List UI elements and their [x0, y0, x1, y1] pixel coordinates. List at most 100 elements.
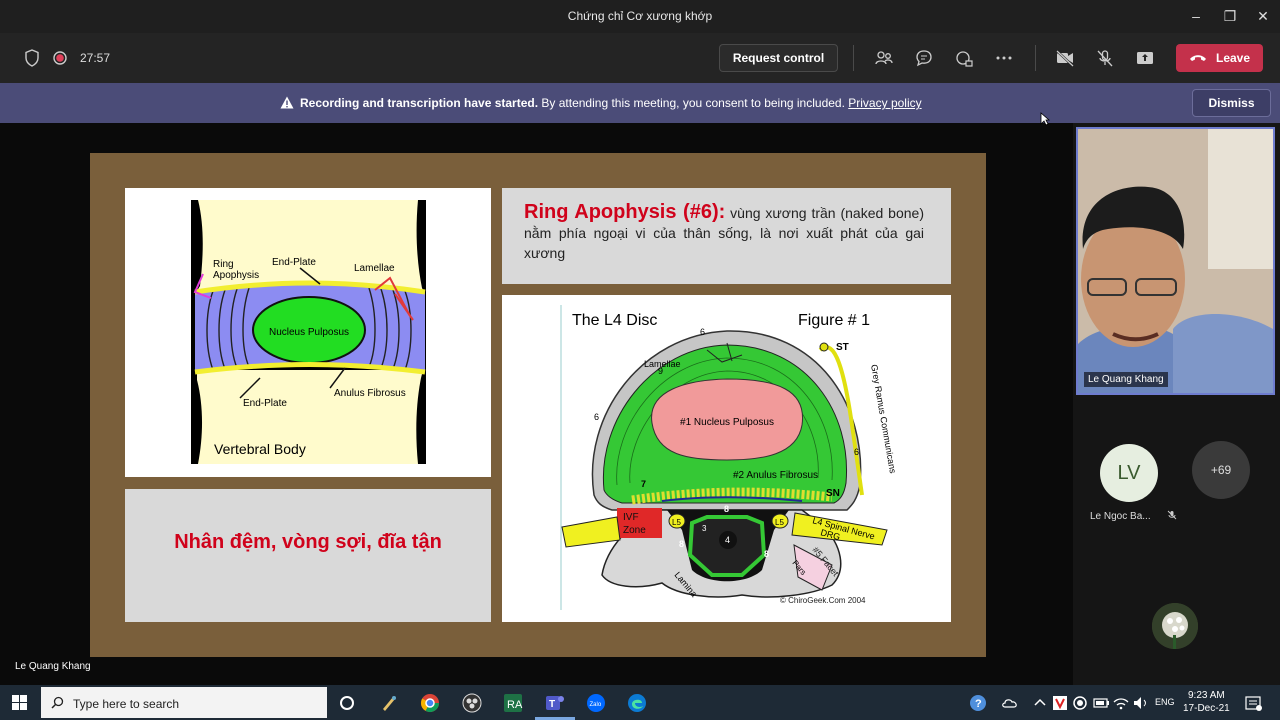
- flower-avatar-image: [1152, 603, 1198, 649]
- antivirus-icon[interactable]: [1050, 693, 1070, 713]
- windows-start-icon[interactable]: [12, 695, 27, 710]
- nucleus-pulposus-label: Nucleus Pulposus: [269, 327, 349, 338]
- search-icon: [51, 696, 64, 709]
- ring-apophysis-title: Ring Apophysis (#6):: [524, 201, 726, 223]
- zalo-icon[interactable]: Zalo: [586, 693, 606, 713]
- l4-disc-figure-panel: The L4 Disc Figure # 1 IVF Zone L5 L5 L4…: [502, 295, 951, 622]
- system-clock[interactable]: 9:23 AM 17-Dec-21: [1183, 689, 1230, 715]
- mic-muted-icon: [1168, 510, 1177, 520]
- record-tray-icon[interactable]: [1070, 693, 1090, 713]
- grey-ramus-label: Grey Ramus Communicans: [869, 364, 898, 475]
- leave-button[interactable]: Leave: [1176, 44, 1263, 72]
- chevron-up-icon[interactable]: [1030, 693, 1050, 713]
- st-label: ST: [836, 342, 849, 353]
- participants-icon[interactable]: [874, 48, 894, 68]
- copyright-label: © ChiroGeek.Com 2004: [780, 596, 866, 605]
- lamellae-label: Lamellae: [354, 263, 395, 274]
- paint-icon[interactable]: [379, 693, 399, 713]
- privacy-policy-link[interactable]: Privacy policy: [848, 96, 921, 110]
- svg-text:RA: RA: [507, 699, 523, 711]
- excel-app-icon[interactable]: RA: [503, 693, 523, 713]
- vietnamese-title: Nhân đệm, vòng sợi, đĩa tận: [174, 531, 442, 553]
- sn-label: SN: [826, 488, 840, 499]
- svg-text:Zalo: Zalo: [590, 702, 602, 708]
- meeting-timer: 27:57: [80, 51, 111, 65]
- volume-icon[interactable]: [1131, 693, 1151, 713]
- window-title: Chứng chỉ Cơ xương khớp: [567, 9, 713, 23]
- leave-label: Leave: [1216, 51, 1251, 65]
- vietnamese-title-panel: Nhân đệm, vòng sợi, đĩa tận: [125, 489, 491, 622]
- shield-icon[interactable]: [22, 48, 42, 68]
- vertebral-body-caption: Vertebral Body: [214, 441, 306, 457]
- minimize-button[interactable]: –: [1186, 6, 1206, 26]
- participant-name-text: Le Ngoc Ba...: [1090, 511, 1151, 522]
- participant-video: [1078, 129, 1273, 393]
- participant-name-le-ngoc-ba: Le Ngoc Ba...: [1090, 510, 1177, 522]
- phone-hangup-icon: [1190, 55, 1206, 61]
- video-name-tag: Le Quang Khang: [1084, 372, 1168, 387]
- dismiss-button[interactable]: Dismiss: [1192, 89, 1271, 117]
- teams-icon[interactable]: T: [545, 693, 565, 713]
- number-4: 4: [725, 535, 730, 545]
- ring-apophysis-description: Ring Apophysis (#6): vùng xương trần (na…: [524, 202, 924, 263]
- zone-label: Zone: [623, 525, 646, 536]
- edge-icon[interactable]: [627, 693, 647, 713]
- close-button[interactable]: ✕: [1253, 6, 1273, 26]
- obs-icon[interactable]: [462, 693, 482, 713]
- number-6-top: 6: [700, 327, 705, 337]
- title-bar: Chứng chỉ Cơ xương khớp – ❐ ✕: [0, 0, 1280, 33]
- shared-content-stage: Ring Apophysis End-Plate Lamellae Nucleu…: [0, 123, 1073, 685]
- number-6-left: 6: [594, 412, 599, 422]
- l5-left-label: L5: [672, 518, 681, 527]
- ring-apophysis-label-2: Apophysis: [213, 270, 259, 281]
- cortana-icon[interactable]: [337, 693, 357, 713]
- chat-icon[interactable]: [914, 48, 934, 68]
- avatar-le-ngoc-ba[interactable]: LV: [1100, 444, 1158, 502]
- video-tile-le-quang-khang[interactable]: Le Quang Khang: [1076, 127, 1275, 395]
- end-plate-top-label: End-Plate: [272, 257, 316, 268]
- ivf-label: IVF: [623, 512, 639, 523]
- input-language[interactable]: ENG: [1155, 697, 1175, 707]
- taskbar-search-box[interactable]: Type here to search: [41, 687, 327, 718]
- notifications-icon[interactable]: [1243, 693, 1263, 713]
- presentation-slide: Ring Apophysis End-Plate Lamellae Nucleu…: [90, 153, 986, 657]
- banner-text: By attending this meeting, you consent t…: [538, 96, 849, 110]
- more-options-icon[interactable]: [994, 48, 1014, 68]
- mic-muted-icon[interactable]: [1095, 48, 1115, 68]
- l4-disc-diagram: The L4 Disc Figure # 1 IVF Zone L5 L5 L4…: [560, 305, 898, 610]
- wifi-icon[interactable]: [1111, 693, 1131, 713]
- meeting-toolbar: 27:57 Request control Leave: [0, 33, 1280, 83]
- search-placeholder: Type here to search: [73, 697, 180, 711]
- request-control-button[interactable]: Request control: [719, 44, 838, 72]
- number-8-left: 8: [679, 539, 684, 549]
- chrome-icon[interactable]: [420, 693, 440, 713]
- vertebral-diagram-panel: Ring Apophysis End-Plate Lamellae Nucleu…: [125, 188, 491, 477]
- teams-meeting-window: Chứng chỉ Cơ xương khớp – ❐ ✕ 27:57 Requ…: [0, 0, 1280, 720]
- ring-apophysis-label: Ring: [213, 259, 234, 270]
- number-3: 3: [702, 524, 707, 533]
- end-plate-bottom-label: End-Plate: [243, 398, 287, 409]
- camera-off-icon[interactable]: [1055, 48, 1075, 68]
- restore-button[interactable]: ❐: [1220, 6, 1240, 26]
- figure-number: Figure # 1: [798, 312, 870, 329]
- divider: [1035, 45, 1036, 71]
- battery-icon[interactable]: [1091, 693, 1111, 713]
- ring-apophysis-panel: Ring Apophysis (#6): vùng xương trần (na…: [502, 188, 951, 284]
- number-7: 7: [641, 479, 646, 489]
- anulus-fibrosus-figure-label: #2 Anulus Fibrosus: [733, 470, 818, 481]
- svg-text:T: T: [549, 699, 555, 710]
- more-participants-button[interactable]: +69: [1192, 441, 1250, 499]
- number-8-right: 8: [764, 549, 769, 559]
- banner-message: Recording and transcription have started…: [280, 96, 922, 110]
- cloud-icon[interactable]: [1000, 693, 1020, 713]
- reactions-icon[interactable]: [954, 48, 974, 68]
- help-icon[interactable]: ?: [968, 693, 988, 713]
- figure-title: The L4 Disc: [572, 312, 657, 329]
- clock-date: 17-Dec-21: [1183, 703, 1230, 714]
- anulus-fibrosus-label: Anulus Fibrosus: [334, 388, 406, 399]
- share-screen-icon[interactable]: [1135, 48, 1155, 68]
- divider: [853, 45, 854, 71]
- l5-right-label: L5: [775, 518, 784, 527]
- vertebral-body-diagram: Ring Apophysis End-Plate Lamellae Nucleu…: [191, 200, 426, 464]
- participant-avatar-photo[interactable]: [1152, 603, 1198, 649]
